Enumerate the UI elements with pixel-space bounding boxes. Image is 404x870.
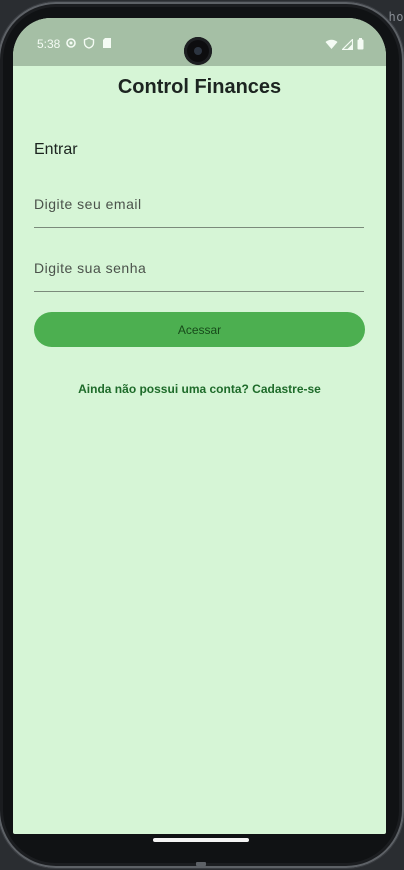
status-time: 5:38 — [37, 37, 61, 51]
battery-icon — [357, 38, 364, 50]
wifi-icon — [325, 39, 338, 49]
sd-card-icon — [103, 38, 111, 48]
phone-frame: 5:38 Control Finances Entrar Digite seu … — [0, 2, 404, 868]
login-button[interactable]: Acessar — [34, 312, 365, 347]
front-camera — [184, 37, 212, 65]
shield-icon — [83, 37, 95, 49]
app-title: Control Finances — [117, 76, 282, 98]
status-icons-left — [65, 37, 113, 49]
password-field[interactable] — [34, 245, 364, 305]
signal-icon — [342, 38, 353, 50]
email-field[interactable] — [34, 181, 364, 241]
device-screen: 5:38 Control Finances Entrar Digite seu … — [13, 18, 386, 834]
login-section-title: Entrar — [34, 141, 78, 158]
settings-icon — [66, 38, 76, 48]
email-input[interactable] — [34, 181, 364, 241]
phone-frame-bottom-notch — [196, 862, 206, 866]
signup-link[interactable]: Ainda não possui uma conta? Cadastre-se — [13, 382, 386, 396]
status-bar: 5:38 — [13, 18, 386, 66]
home-indicator[interactable] — [153, 838, 249, 842]
password-input[interactable] — [34, 245, 364, 305]
status-icons-right — [325, 38, 364, 50]
